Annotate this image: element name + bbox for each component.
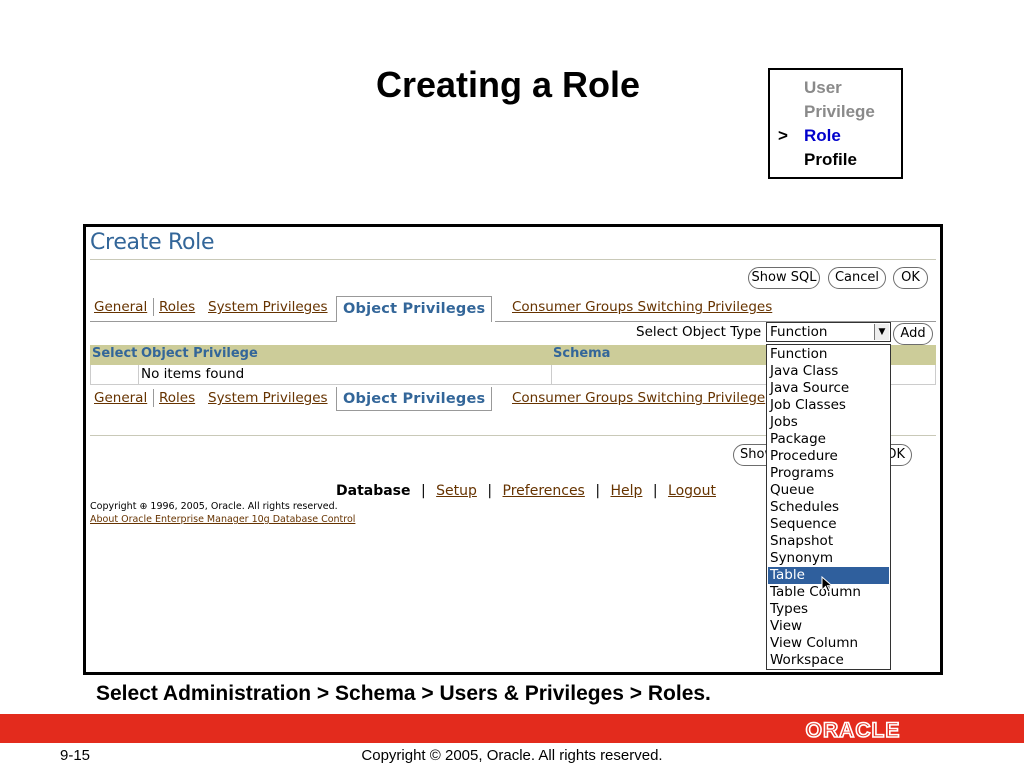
current-marker: >: [778, 126, 788, 145]
tab-object-privileges-bottom[interactable]: Object Privileges: [336, 387, 493, 411]
select-object-type-label: Select Object Type: [636, 324, 762, 340]
tab-divider: [153, 389, 154, 407]
option-schedules[interactable]: Schedules: [768, 499, 889, 516]
option-function[interactable]: Function: [768, 346, 889, 363]
tab-roles-bottom[interactable]: Roles: [159, 390, 195, 406]
heading-divider: [90, 259, 936, 260]
footer-link-logout[interactable]: Logout: [668, 483, 716, 499]
tab-baseline: [90, 321, 336, 322]
option-java-source[interactable]: Java Source: [768, 380, 889, 397]
tab-general-bottom[interactable]: General: [94, 390, 147, 406]
tab-consumer-groups-bottom[interactable]: Consumer Groups Switching Privilege: [512, 390, 765, 406]
option-view[interactable]: View: [768, 618, 889, 635]
cell-divider: [138, 365, 139, 385]
dropdown-arrow-icon[interactable]: ▼: [874, 324, 889, 340]
tab-general[interactable]: General: [94, 299, 147, 315]
option-view-column[interactable]: View Column: [768, 635, 889, 652]
oracle-logo: ORACLE: [805, 718, 901, 741]
tab-divider: [153, 298, 154, 316]
cell-divider: [551, 365, 552, 385]
tab-object-privileges[interactable]: Object Privileges: [336, 296, 493, 322]
add-button[interactable]: Add: [893, 323, 933, 345]
column-schema: Schema: [553, 346, 611, 361]
ok-button[interactable]: OK: [893, 267, 928, 289]
slide-copyright: Copyright © 2005, Oracle. All rights res…: [361, 747, 663, 764]
object-type-select[interactable]: Function ▼: [766, 322, 891, 342]
nav-item-role-label: Role: [804, 126, 841, 145]
option-procedure[interactable]: Procedure: [768, 448, 889, 465]
nav-item-role: > Role: [778, 126, 841, 146]
object-type-value: Function: [770, 324, 828, 340]
column-select: Select: [92, 346, 138, 361]
option-job-classes[interactable]: Job Classes: [768, 397, 889, 414]
tab-strip-top: General Roles System Privileges Object P…: [90, 296, 936, 322]
cancel-button[interactable]: Cancel: [828, 267, 886, 289]
footer-link-preferences[interactable]: Preferences: [503, 483, 585, 499]
column-object-privilege: Object Privilege: [141, 346, 258, 361]
mouse-pointer-icon: [821, 576, 834, 593]
footer-database: Database: [336, 483, 411, 499]
svg-text:ORACLE: ORACLE: [806, 719, 901, 741]
slide-caption: Select Administration > Schema > Users &…: [96, 682, 711, 705]
option-jobs[interactable]: Jobs: [768, 414, 889, 431]
em-copyright: Copyright ⊕ 1996, 2005, Oracle. All righ…: [90, 501, 338, 512]
option-queue[interactable]: Queue: [768, 482, 889, 499]
nav-item-profile: Profile: [804, 150, 857, 169]
em-screenshot: Create Role Show SQL Cancel OK General R…: [83, 224, 943, 675]
option-types[interactable]: Types: [768, 601, 889, 618]
show-sql-button[interactable]: Show SQL: [748, 267, 820, 289]
about-em-link[interactable]: About Oracle Enterprise Manager 10g Data…: [90, 514, 355, 525]
option-package[interactable]: Package: [768, 431, 889, 448]
tab-system-privileges[interactable]: System Privileges: [208, 299, 328, 315]
option-programs[interactable]: Programs: [768, 465, 889, 482]
option-snapshot[interactable]: Snapshot: [768, 533, 889, 550]
option-workspace[interactable]: Workspace: [768, 652, 889, 669]
option-sequence[interactable]: Sequence: [768, 516, 889, 533]
footer-links: Database | Setup | Preferences | Help | …: [336, 483, 716, 499]
option-java-class[interactable]: Java Class: [768, 363, 889, 380]
tab-roles[interactable]: Roles: [159, 299, 195, 315]
object-type-listbox[interactable]: Function Java Class Java Source Job Clas…: [766, 344, 891, 670]
nav-item-privilege: Privilege: [804, 102, 875, 121]
page-heading: Create Role: [90, 230, 215, 255]
tab-system-privileges-bottom[interactable]: System Privileges: [208, 390, 328, 406]
empty-message: No items found: [141, 366, 245, 382]
nav-item-user: User: [804, 78, 842, 97]
option-synonym[interactable]: Synonym: [768, 550, 889, 567]
footer-link-help[interactable]: Help: [610, 483, 642, 499]
tab-consumer-groups[interactable]: Consumer Groups Switching Privileges: [512, 299, 772, 315]
footer-link-setup[interactable]: Setup: [436, 483, 477, 499]
topic-nav-box: User Privilege > Role Profile: [768, 68, 903, 179]
